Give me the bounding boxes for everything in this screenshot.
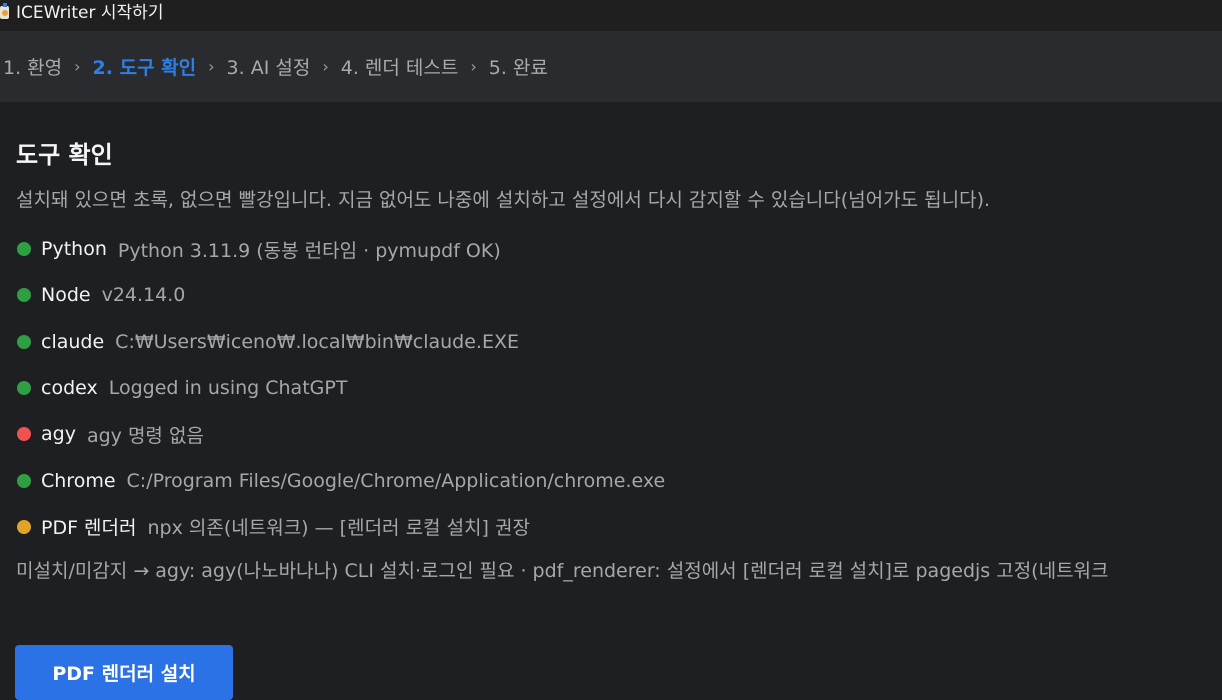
step-done[interactable]: 5. 완료 bbox=[489, 53, 548, 80]
step-tool-check[interactable]: 2. 도구 확인 bbox=[93, 53, 197, 80]
app-logo-icon bbox=[0, 2, 9, 19]
status-dot-icon bbox=[17, 288, 31, 303]
status-dot-icon bbox=[17, 334, 31, 349]
tool-detail: npx 의존(네트워크) — [렌더러 로컬 설치] 권장 bbox=[147, 517, 530, 540]
page-description: 설치돼 있으면 초록, 없으면 빨강입니다. 지금 없어도 나중에 설치하고 설… bbox=[16, 189, 991, 211]
status-dot-icon bbox=[17, 519, 31, 534]
chevron-right-icon: › bbox=[208, 57, 215, 76]
tool-item-node: Node v24.14.0 bbox=[16, 272, 1206, 318]
chevron-right-icon: › bbox=[74, 57, 81, 76]
tool-item-claude: claude C:₩Users₩iceno₩.local₩bin₩claude.… bbox=[16, 319, 1206, 365]
tool-detail: agy 명령 없음 bbox=[86, 424, 204, 447]
tool-detail: C:₩Users₩iceno₩.local₩bin₩claude.EXE bbox=[115, 330, 519, 353]
window-title: ICEWriter 시작하기 bbox=[16, 3, 164, 23]
tool-item-chrome: Chrome C:/Program Files/Google/Chrome/Ap… bbox=[16, 457, 1206, 503]
tool-item-agy: agy agy 명령 없음 bbox=[16, 411, 1206, 457]
tool-detail: C:/Program Files/Google/Chrome/Applicati… bbox=[126, 469, 666, 492]
tool-name: PDF 렌더러 bbox=[41, 517, 137, 540]
step-render-test[interactable]: 4. 렌더 테스트 bbox=[341, 53, 459, 80]
status-dot-icon bbox=[17, 242, 31, 257]
status-dot-icon bbox=[17, 381, 31, 396]
tool-name: Python bbox=[41, 238, 107, 261]
title-bar: ICEWriter 시작하기 bbox=[0, 0, 1222, 31]
status-dot-icon bbox=[17, 427, 31, 442]
tool-detail: Python 3.11.9 (동봉 런타임 · pymupdf OK) bbox=[117, 239, 501, 262]
tool-item-python: Python Python 3.11.9 (동봉 런타임 · pymupdf O… bbox=[16, 226, 1206, 272]
step-welcome[interactable]: 1. 환영 bbox=[3, 53, 62, 80]
page-title: 도구 확인 bbox=[16, 141, 113, 169]
tool-name: claude bbox=[41, 330, 105, 353]
tool-name: codex bbox=[41, 377, 98, 400]
tool-detail: v24.14.0 bbox=[101, 284, 186, 307]
step-ai-settings[interactable]: 3. AI 설정 bbox=[227, 53, 311, 80]
main-content: 도구 확인 설치돼 있으면 초록, 없으면 빨강입니다. 지금 없어도 나중에 … bbox=[0, 138, 1222, 700]
install-pdf-renderer-button[interactable]: PDF 렌더러 설치 bbox=[15, 645, 233, 700]
tool-item-pdf-renderer: PDF 렌더러 npx 의존(네트워크) — [렌더러 로컬 설치] 권장 bbox=[16, 504, 1206, 550]
status-dot-icon bbox=[17, 473, 31, 488]
tool-item-codex: codex Logged in using ChatGPT bbox=[16, 365, 1206, 411]
tool-name: Chrome bbox=[41, 469, 116, 492]
tool-name: agy bbox=[41, 423, 76, 446]
step-navigation: 1. 환영 › 2. 도구 확인 › 3. AI 설정 › 4. 렌더 테스트 … bbox=[0, 31, 1222, 102]
tool-name: Node bbox=[41, 284, 91, 307]
tool-status-list: Python Python 3.11.9 (동봉 런타임 · pymupdf O… bbox=[16, 226, 1206, 550]
chevron-right-icon: › bbox=[322, 57, 329, 76]
missing-tools-hint: 미설치/미감지 → agy: agy(나노바나나) CLI 설치·로그인 필요 … bbox=[16, 560, 1109, 583]
tool-detail: Logged in using ChatGPT bbox=[108, 377, 348, 400]
chevron-right-icon: › bbox=[470, 57, 477, 76]
